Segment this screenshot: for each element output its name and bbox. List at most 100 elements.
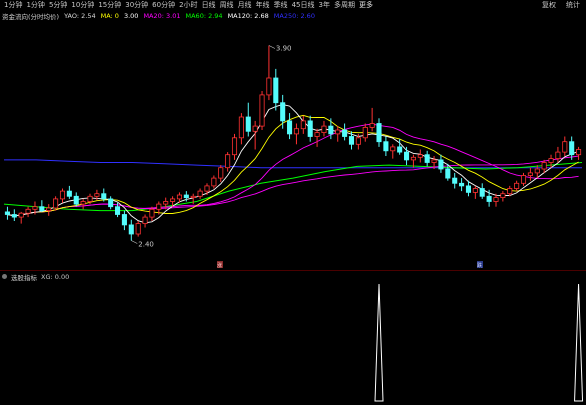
candle-down bbox=[404, 151, 410, 161]
candle-up bbox=[87, 195, 93, 202]
candle-up bbox=[18, 212, 24, 218]
high-pointer bbox=[268, 45, 276, 49]
legend-item: MA20: 3.01 bbox=[143, 12, 181, 20]
candle-down bbox=[245, 116, 251, 132]
candle-up bbox=[541, 162, 547, 170]
timeframe-tab[interactable]: 60分钟 bbox=[152, 0, 175, 10]
timeframe-tab[interactable]: 15分钟 bbox=[98, 0, 121, 10]
candle-up bbox=[94, 193, 100, 197]
candle-up bbox=[211, 177, 217, 187]
candle-up bbox=[225, 154, 231, 169]
candle-up bbox=[293, 128, 299, 135]
candle-up bbox=[32, 206, 38, 210]
candle-down bbox=[4, 211, 10, 215]
candle-down bbox=[39, 206, 45, 211]
candle-up bbox=[259, 94, 265, 127]
candle-up bbox=[314, 132, 320, 137]
candle-down bbox=[479, 188, 485, 197]
settings-icon[interactable] bbox=[2, 274, 7, 279]
candle-up bbox=[170, 198, 176, 202]
candle-up bbox=[493, 197, 499, 202]
candle-up bbox=[46, 207, 52, 211]
candle-up bbox=[142, 216, 148, 225]
candle-up bbox=[238, 116, 244, 139]
candle-up bbox=[472, 188, 478, 193]
candle-up bbox=[355, 137, 361, 145]
candle-down bbox=[376, 123, 382, 143]
candle-up bbox=[410, 156, 416, 161]
timeframe-tab[interactable]: 30分钟 bbox=[125, 0, 148, 10]
legend-item: YAO: 2.54 bbox=[64, 12, 96, 20]
candle-down bbox=[121, 214, 127, 226]
candle-up bbox=[500, 193, 506, 198]
candle-down bbox=[348, 136, 355, 145]
low-pointer bbox=[131, 240, 138, 244]
candle-up bbox=[204, 185, 210, 192]
legend-title: 资金流向(分时均价) bbox=[2, 13, 60, 21]
timeframe-tab[interactable]: 1分钟 bbox=[26, 0, 44, 10]
legend-item: MA250: 2.60 bbox=[273, 12, 315, 20]
candle-up bbox=[417, 154, 423, 158]
timeframe-tab[interactable]: 季线 bbox=[274, 0, 288, 10]
candle-up bbox=[176, 194, 182, 200]
candle-up bbox=[335, 129, 341, 135]
legend-item: MA: 0 bbox=[100, 12, 119, 20]
candle-up bbox=[527, 172, 533, 176]
candle-down bbox=[101, 193, 107, 200]
candle-up bbox=[25, 208, 31, 214]
flag-label: 涨 bbox=[217, 262, 222, 269]
candle-down bbox=[424, 154, 430, 163]
candle-down bbox=[128, 224, 134, 235]
timeframe-tab[interactable]: 10分钟 bbox=[71, 0, 94, 10]
candle-down bbox=[287, 120, 293, 135]
candle-up bbox=[369, 123, 375, 128]
indicator-chart[interactable] bbox=[0, 280, 586, 405]
candle-down bbox=[115, 206, 121, 215]
candle-up bbox=[197, 190, 203, 197]
candle-down bbox=[459, 182, 465, 187]
candle-up bbox=[555, 151, 561, 160]
candle-down bbox=[438, 159, 444, 170]
timeframe-tab[interactable]: 多周期 bbox=[334, 0, 355, 10]
candle-up bbox=[53, 198, 59, 209]
candle-down bbox=[486, 195, 492, 202]
candle-down bbox=[342, 129, 348, 137]
candle-up bbox=[218, 167, 224, 179]
candle-down bbox=[183, 194, 189, 198]
candle-up bbox=[362, 127, 368, 139]
candle-down bbox=[452, 177, 458, 184]
low-label: 2.40 bbox=[138, 241, 154, 249]
timeframe-tab[interactable]: 月线 bbox=[238, 0, 252, 10]
toolbar-right-item[interactable]: 统计 bbox=[566, 0, 580, 10]
high-label: 3.90 bbox=[276, 45, 292, 53]
legend-item: MA120: 2.68 bbox=[227, 12, 269, 20]
candle-down bbox=[73, 195, 79, 205]
timeframe-tab[interactable]: 日线 bbox=[202, 0, 216, 10]
toolbar-right-item[interactable]: 复权 bbox=[542, 0, 556, 10]
timeframe-tab[interactable]: 5分钟 bbox=[49, 0, 67, 10]
candle-up bbox=[562, 141, 568, 153]
timeframe-tab[interactable]: 周线 bbox=[220, 0, 234, 10]
candle-down bbox=[108, 198, 114, 208]
candle-up bbox=[149, 208, 155, 218]
timeframe-tab[interactable]: 1分钟 bbox=[4, 0, 22, 10]
candle-up bbox=[576, 149, 582, 156]
toolbar-right: 复权 统计 bbox=[542, 0, 580, 10]
candle-up bbox=[548, 158, 554, 163]
candle-up bbox=[252, 125, 258, 132]
timeframe-tab[interactable]: 3年 bbox=[318, 0, 329, 10]
flag-label: 跌 bbox=[477, 262, 482, 269]
signal-spike bbox=[374, 283, 384, 402]
signal-spike bbox=[574, 283, 584, 402]
timeframe-tab[interactable]: 45日线 bbox=[292, 0, 315, 10]
candle-up bbox=[80, 201, 86, 205]
timeframe-tab[interactable]: 2小时 bbox=[179, 0, 197, 10]
candle-up bbox=[59, 190, 66, 200]
timeframe-tab[interactable]: 更多 bbox=[359, 0, 373, 10]
candle-down bbox=[280, 102, 286, 122]
timeframe-tab[interactable]: 年线 bbox=[256, 0, 270, 10]
candle-up bbox=[266, 77, 272, 96]
candle-down bbox=[465, 185, 471, 193]
kline-chart[interactable]: 3.90 2.40 涨 跌 bbox=[0, 22, 586, 270]
legend-item: MA60: 2.94 bbox=[185, 12, 223, 20]
